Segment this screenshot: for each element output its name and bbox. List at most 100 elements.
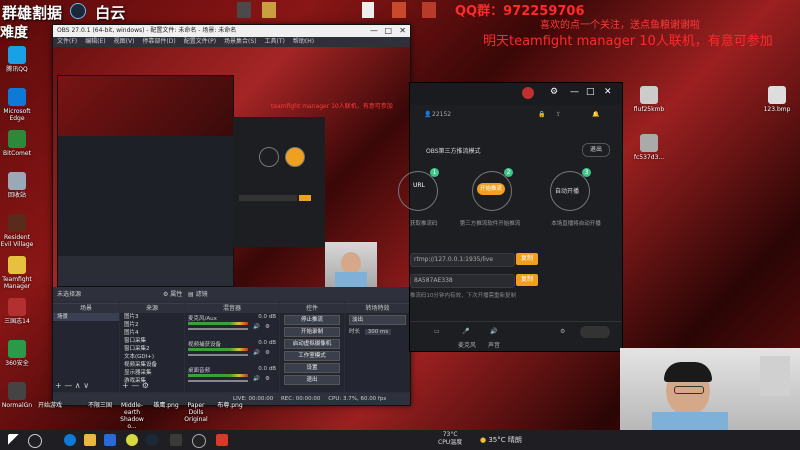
bell-icon[interactable]: 🔔 — [592, 111, 599, 118]
app-icon[interactable] — [170, 434, 182, 446]
obs-icon[interactable] — [192, 434, 206, 448]
desktop-icon[interactable]: BitComet — [0, 130, 34, 157]
desktop-icon[interactable]: 123.bmp — [760, 86, 794, 113]
up-arrow-icon[interactable]: ∧ — [75, 381, 81, 390]
gear-icon[interactable]: ⚙ — [560, 328, 565, 335]
volume-slider[interactable] — [188, 354, 248, 356]
obs-control-button[interactable]: 停止推流 — [284, 315, 340, 325]
exit-button[interactable]: 退出 — [582, 143, 610, 157]
source-item[interactable]: 文本(GDI+) — [120, 353, 184, 361]
desktop-icon-label[interactable]: Middle-earth Shadow o... — [116, 402, 148, 430]
obs-menu-item[interactable]: 停靠部件(D) — [142, 38, 175, 45]
steam-icon[interactable] — [146, 434, 158, 446]
store-icon[interactable] — [104, 434, 116, 446]
copy-key-button[interactable]: 复制 — [516, 274, 538, 286]
obs-menu-item[interactable]: 场景集合(S) — [224, 38, 257, 45]
maximize-icon[interactable]: □ — [384, 25, 392, 37]
edge-icon[interactable] — [64, 434, 76, 446]
obs-control-button[interactable]: 工作室模式 — [284, 351, 340, 361]
add-icon[interactable]: + — [122, 381, 129, 390]
folder-icon[interactable] — [84, 434, 96, 446]
desktop-icon-label[interactable]: 雄鹰.png — [150, 402, 182, 409]
avatar[interactable] — [522, 87, 534, 99]
desktop-icon[interactable]: Teamfight Manager — [0, 256, 34, 290]
desktop-icon[interactable]: 360安全 — [0, 340, 34, 367]
obs-menu-item[interactable]: 文件(F) — [57, 38, 77, 45]
close-icon[interactable]: ✕ — [399, 25, 406, 37]
obs-control-button[interactable]: 退出 — [284, 375, 340, 385]
scene-item[interactable]: 场景 — [53, 313, 119, 321]
game-icon[interactable] — [422, 2, 436, 18]
speaker-icon[interactable]: 🔊 — [253, 376, 260, 382]
obs-window[interactable]: OBS 27.0.1 (64-bit, windows) - 配置文件: 未命名… — [52, 24, 411, 406]
source-item[interactable]: 图片3 — [120, 313, 184, 321]
key-field[interactable]: 8A587AE338 — [410, 274, 515, 288]
desktop-icon[interactable]: 三国志14 — [0, 298, 34, 325]
search-icon[interactable] — [28, 434, 42, 448]
microphone-icon[interactable]: 🎤 — [462, 328, 469, 335]
duration-input[interactable]: 300 ms — [364, 329, 392, 335]
game-icon[interactable] — [392, 2, 406, 18]
obs-menu-item[interactable]: 视图(V) — [114, 38, 135, 45]
desktop-icon[interactable]: NormalGn — [0, 382, 34, 409]
desktop-icon-label[interactable]: 不限三国 — [84, 402, 116, 409]
steam-icon[interactable] — [70, 3, 86, 19]
desktop-icon-label[interactable]: Paper Dolls Original — [180, 402, 212, 423]
gear-icon[interactable]: ⚙ — [265, 350, 270, 356]
down-arrow-icon[interactable]: ∨ — [83, 381, 89, 390]
speaker-icon[interactable]: 🔊 — [253, 324, 260, 330]
obs-control-button[interactable]: 开始录制 — [284, 327, 340, 337]
source-item[interactable]: 图片4 — [120, 329, 184, 337]
desktop-icon[interactable]: 回收站 — [0, 172, 34, 199]
remove-icon[interactable]: — — [64, 381, 72, 390]
source-item[interactable]: 显示器采集 — [120, 369, 184, 377]
maximize-icon[interactable]: □ — [586, 87, 595, 97]
desktop-icon[interactable]: 腾讯QQ — [0, 46, 34, 73]
desktop-icon[interactable]: fc537d3... — [632, 134, 666, 161]
obs-menu-item[interactable]: 帮助(H) — [293, 38, 314, 45]
volume-slider[interactable] — [188, 380, 248, 382]
desktop-icon[interactable]: fluf25kmb — [632, 86, 666, 113]
copy-url-button[interactable]: 复制 — [516, 253, 538, 265]
speaker-icon[interactable]: 🔊 — [253, 350, 260, 356]
properties-button[interactable]: ⚙ 属性 — [163, 289, 182, 298]
obs-menu-item[interactable]: 配置文件(P) — [184, 38, 216, 45]
source-item[interactable]: 视频采集设备 — [120, 361, 184, 369]
desktop-icon[interactable]: Microsoft Edge — [0, 88, 34, 122]
app-icon[interactable] — [216, 434, 228, 446]
close-icon[interactable]: ✕ — [604, 87, 612, 97]
obs-preview[interactable]: teamfight manager 10人联机，有意可参加 — [53, 47, 410, 287]
add-icon[interactable]: + — [55, 381, 62, 390]
game-icon[interactable] — [237, 2, 251, 18]
url-field[interactable]: rtmp://127.0.0.1:1935/live — [410, 253, 515, 267]
obs-menu-item[interactable]: 编辑(E) — [85, 38, 105, 45]
remove-icon[interactable]: — — [131, 381, 139, 390]
desktop-icon-label[interactable]: 开始游戏 — [34, 402, 66, 409]
source-item[interactable]: 图片2 — [120, 321, 184, 329]
gear-icon[interactable]: ⚙ — [142, 381, 149, 390]
start-live-button[interactable] — [580, 326, 610, 338]
chrome-icon[interactable] — [126, 434, 138, 446]
desktop-icon-label[interactable]: 布尊.png — [214, 402, 246, 409]
gear-icon[interactable]: ⚙ — [265, 376, 270, 382]
desktop-icon[interactable]: Resident Evil Village — [0, 214, 34, 248]
game-icon[interactable] — [262, 2, 276, 18]
weather-widget[interactable]: ● 35°C 晴朗 — [480, 435, 522, 445]
share-icon[interactable]: ⇪ — [556, 111, 561, 118]
minimize-icon[interactable]: — — [370, 25, 378, 37]
obs-titlebar[interactable]: OBS 27.0.1 (64-bit, windows) - 配置文件: 未命名… — [53, 25, 410, 37]
obs-control-button[interactable]: 启动虚拟摄像机 — [284, 339, 340, 349]
source-item[interactable]: 窗口采集2 — [120, 345, 184, 353]
source-item[interactable]: 窗口采集 — [120, 337, 184, 345]
streaming-app-window[interactable]: ⚙ — □ ✕ 👤 22152 🔒 ⇪ 🔔 OBS第三方推流模式 退出 1 UR… — [398, 82, 623, 352]
transition-select[interactable]: 淡出 — [349, 315, 406, 325]
monitor-icon[interactable]: ▭ — [434, 328, 440, 335]
obs-menu-item[interactable]: 工具(T) — [265, 38, 285, 45]
minimize-icon[interactable]: — — [570, 87, 579, 97]
volume-slider[interactable] — [188, 328, 248, 330]
filters-button[interactable]: ▤ 滤镜 — [188, 289, 208, 298]
settings-icon[interactable]: ⚙ — [550, 87, 558, 97]
speaker-icon[interactable]: 🔊 — [490, 328, 497, 335]
start-icon[interactable] — [8, 434, 20, 446]
obs-control-button[interactable]: 设置 — [284, 363, 340, 373]
